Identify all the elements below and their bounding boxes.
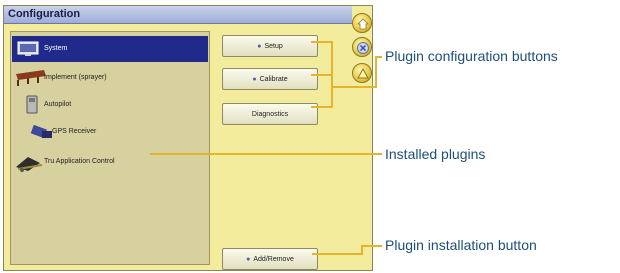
callout-leader [331, 86, 375, 88]
close-button[interactable] [352, 37, 372, 57]
callout-leader [150, 153, 382, 155]
window-title: Configuration [8, 8, 81, 20]
plugin-item-autopilot[interactable]: Autopilot [12, 92, 208, 118]
plugin-item-implement[interactable]: Implement (sprayer) [12, 65, 208, 91]
close-icon [357, 42, 369, 54]
calibrate-button[interactable]: ● Calibrate [222, 68, 318, 90]
plugin-item-gps-receiver[interactable]: GPS Receiver [12, 119, 208, 145]
callout-leader [311, 74, 333, 76]
callout-plugin-config: Plugin configuration buttons [385, 48, 558, 64]
add-remove-button[interactable]: ● Add/Remove [222, 248, 318, 270]
monitor-icon [17, 41, 39, 59]
plugin-label: Implement (sprayer) [44, 74, 107, 81]
callout-installed-plugins: Installed plugins [385, 146, 486, 162]
plugin-label: Tru Application Control [44, 158, 115, 165]
callout-bracket [331, 41, 333, 108]
callout-leader [375, 56, 377, 88]
bullet-icon: ● [252, 75, 257, 83]
configuration-screen: Configuration System Implement (sprayer)… [3, 5, 373, 271]
plugin-label: GPS Receiver [52, 128, 97, 135]
sprayer-implement-icon [14, 68, 48, 90]
callout-leader [375, 56, 382, 58]
bullet-icon: ● [257, 42, 262, 50]
help-button[interactable] [352, 63, 372, 83]
bullet-icon: ● [246, 255, 251, 263]
diagnostics-button[interactable]: Diagnostics [222, 103, 318, 125]
callout-install-button: Plugin installation button [385, 237, 537, 253]
title-bar: Configuration [4, 6, 352, 24]
gps-receiver-icon [30, 123, 54, 143]
home-icon [357, 18, 369, 30]
setup-button[interactable]: ● Setup [222, 35, 318, 57]
callout-leader [312, 253, 362, 255]
plugin-label: Autopilot [44, 101, 72, 108]
callout-leader [311, 106, 333, 108]
application-control-icon [14, 153, 44, 175]
installed-plugins-list: System Implement (sprayer) Autopilot GPS… [10, 31, 210, 265]
autopilot-icon [26, 95, 38, 117]
home-button[interactable] [352, 13, 372, 33]
callout-leader [361, 245, 382, 247]
callout-leader [311, 41, 333, 43]
plugin-label: System [44, 45, 68, 52]
help-icon [357, 67, 369, 79]
plugin-item-system[interactable]: System [12, 36, 208, 62]
